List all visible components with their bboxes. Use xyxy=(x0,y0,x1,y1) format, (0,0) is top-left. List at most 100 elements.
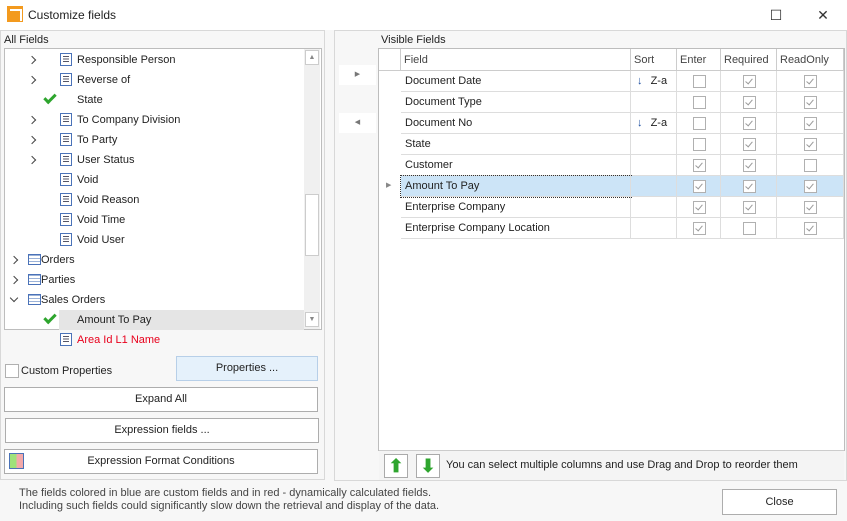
column-header-field[interactable]: Field xyxy=(401,49,631,71)
enter-checkbox[interactable] xyxy=(692,201,706,214)
readonly-checkbox[interactable] xyxy=(804,222,817,235)
readonly-cell[interactable] xyxy=(777,176,844,197)
required-cell[interactable] xyxy=(721,134,777,155)
tree-item[interactable]: To Party xyxy=(5,130,304,150)
tree-item[interactable]: To Company Division xyxy=(5,110,304,130)
readonly-checkbox[interactable] xyxy=(804,96,817,109)
add-field-button[interactable]: ▶ xyxy=(339,65,376,85)
enter-checkbox[interactable] xyxy=(692,117,706,130)
required-cell[interactable] xyxy=(721,218,777,239)
chevron-right-icon[interactable] xyxy=(27,55,37,65)
tree-item[interactable]: Parties xyxy=(5,270,304,290)
chevron-right-icon[interactable] xyxy=(27,75,37,85)
enter-cell[interactable] xyxy=(677,113,721,134)
scroll-up-icon[interactable]: ▲ xyxy=(305,50,319,65)
readonly-cell[interactable] xyxy=(777,113,844,134)
tree-item[interactable]: Sales Orders xyxy=(5,290,304,310)
enter-cell[interactable] xyxy=(677,176,721,197)
close-button[interactable]: Close xyxy=(722,489,837,515)
properties-button[interactable]: Properties ... xyxy=(176,356,318,381)
readonly-cell[interactable] xyxy=(777,71,844,92)
chevron-right-icon[interactable] xyxy=(27,135,37,145)
enter-checkbox[interactable] xyxy=(692,159,706,172)
required-checkbox[interactable] xyxy=(742,75,756,88)
readonly-checkbox[interactable] xyxy=(804,75,817,88)
readonly-checkbox[interactable] xyxy=(804,159,817,172)
remove-field-button[interactable]: ◀ xyxy=(339,113,376,133)
tree-item[interactable]: Reverse of xyxy=(5,70,304,90)
readonly-checkbox[interactable] xyxy=(804,180,817,193)
required-checkbox[interactable] xyxy=(742,96,756,109)
required-checkbox[interactable] xyxy=(742,201,756,214)
readonly-cell[interactable] xyxy=(777,92,844,113)
expand-all-button[interactable]: Expand All xyxy=(4,387,318,412)
tree-item[interactable]: Void User xyxy=(5,230,304,250)
field-cell[interactable]: Enterprise Company Location xyxy=(401,218,631,239)
tree-item[interactable]: Responsible Person xyxy=(5,50,304,70)
column-header-enter[interactable]: Enter xyxy=(677,49,721,71)
sort-cell[interactable] xyxy=(631,218,677,239)
field-cell[interactable]: Amount To Pay xyxy=(400,175,632,198)
tree-item[interactable]: Area Id L1 Name xyxy=(5,330,304,350)
scroll-down-icon[interactable]: ▼ xyxy=(305,312,319,327)
field-cell[interactable]: Document Type xyxy=(401,92,631,113)
tree-item[interactable]: User Status xyxy=(5,150,304,170)
required-cell[interactable] xyxy=(721,71,777,92)
enter-checkbox[interactable] xyxy=(692,222,706,235)
expression-format-conditions-button[interactable]: Expression Format Conditions xyxy=(4,449,318,474)
required-cell[interactable] xyxy=(721,92,777,113)
enter-cell[interactable] xyxy=(677,71,721,92)
sort-cell[interactable] xyxy=(631,92,677,113)
enter-checkbox[interactable] xyxy=(692,180,706,193)
readonly-cell[interactable] xyxy=(777,197,844,218)
sort-cell[interactable] xyxy=(631,176,677,197)
sort-cell[interactable] xyxy=(631,155,677,176)
sort-cell[interactable]: ↓ Z-a xyxy=(631,71,677,92)
close-window-button[interactable]: ✕ xyxy=(801,2,845,28)
column-header-readonly[interactable]: ReadOnly xyxy=(777,49,844,71)
sort-cell[interactable] xyxy=(631,197,677,218)
readonly-checkbox[interactable] xyxy=(804,201,817,214)
tree-scrollbar[interactable]: ▲ ▼ xyxy=(304,49,320,329)
field-cell[interactable]: Customer xyxy=(401,155,631,176)
tree-item[interactable]: Void Reason xyxy=(5,190,304,210)
enter-cell[interactable] xyxy=(677,134,721,155)
required-checkbox[interactable] xyxy=(742,138,756,151)
readonly-cell[interactable] xyxy=(777,218,844,239)
required-cell[interactable] xyxy=(721,155,777,176)
move-up-icon[interactable]: ⬆ xyxy=(384,454,408,478)
maximize-button[interactable]: ☐ xyxy=(754,2,798,28)
readonly-checkbox[interactable] xyxy=(804,138,817,151)
enter-cell[interactable] xyxy=(677,197,721,218)
chevron-right-icon[interactable] xyxy=(27,155,37,165)
column-header-sort[interactable]: Sort xyxy=(631,49,677,71)
field-cell[interactable]: Enterprise Company xyxy=(401,197,631,218)
sort-cell[interactable]: ↓ Z-a xyxy=(631,113,677,134)
column-header-required[interactable]: Required xyxy=(721,49,777,71)
all-fields-tree[interactable]: Responsible Person Reverse of State To Comp… xyxy=(4,48,322,346)
custom-properties-checkbox[interactable] xyxy=(5,364,19,378)
chevron-right-icon[interactable] xyxy=(27,115,37,125)
tree-item[interactable]: Void xyxy=(5,170,304,190)
enter-checkbox[interactable] xyxy=(692,138,706,151)
enter-checkbox[interactable] xyxy=(692,75,706,88)
enter-checkbox[interactable] xyxy=(692,96,706,109)
expression-fields-button[interactable]: Expression fields ... xyxy=(5,418,319,443)
field-cell[interactable]: Document Date xyxy=(401,71,631,92)
tree-item[interactable]: Amount To Pay xyxy=(5,310,304,330)
visible-fields-grid[interactable]: Field Sort Enter Required ReadOnly Document D… xyxy=(378,48,845,451)
tree-item[interactable]: State xyxy=(5,90,304,110)
sort-cell[interactable] xyxy=(631,134,677,155)
readonly-checkbox[interactable] xyxy=(804,117,817,130)
required-checkbox[interactable] xyxy=(742,117,756,130)
tree-item[interactable]: Void Time xyxy=(5,210,304,230)
required-cell[interactable] xyxy=(721,197,777,218)
required-checkbox[interactable] xyxy=(742,180,756,193)
chevron-right-icon[interactable] xyxy=(9,255,19,265)
field-cell[interactable]: Document No xyxy=(401,113,631,134)
required-cell[interactable] xyxy=(721,176,777,197)
required-cell[interactable] xyxy=(721,113,777,134)
readonly-cell[interactable] xyxy=(777,134,844,155)
required-checkbox[interactable] xyxy=(742,222,756,235)
readonly-cell[interactable] xyxy=(777,155,844,176)
